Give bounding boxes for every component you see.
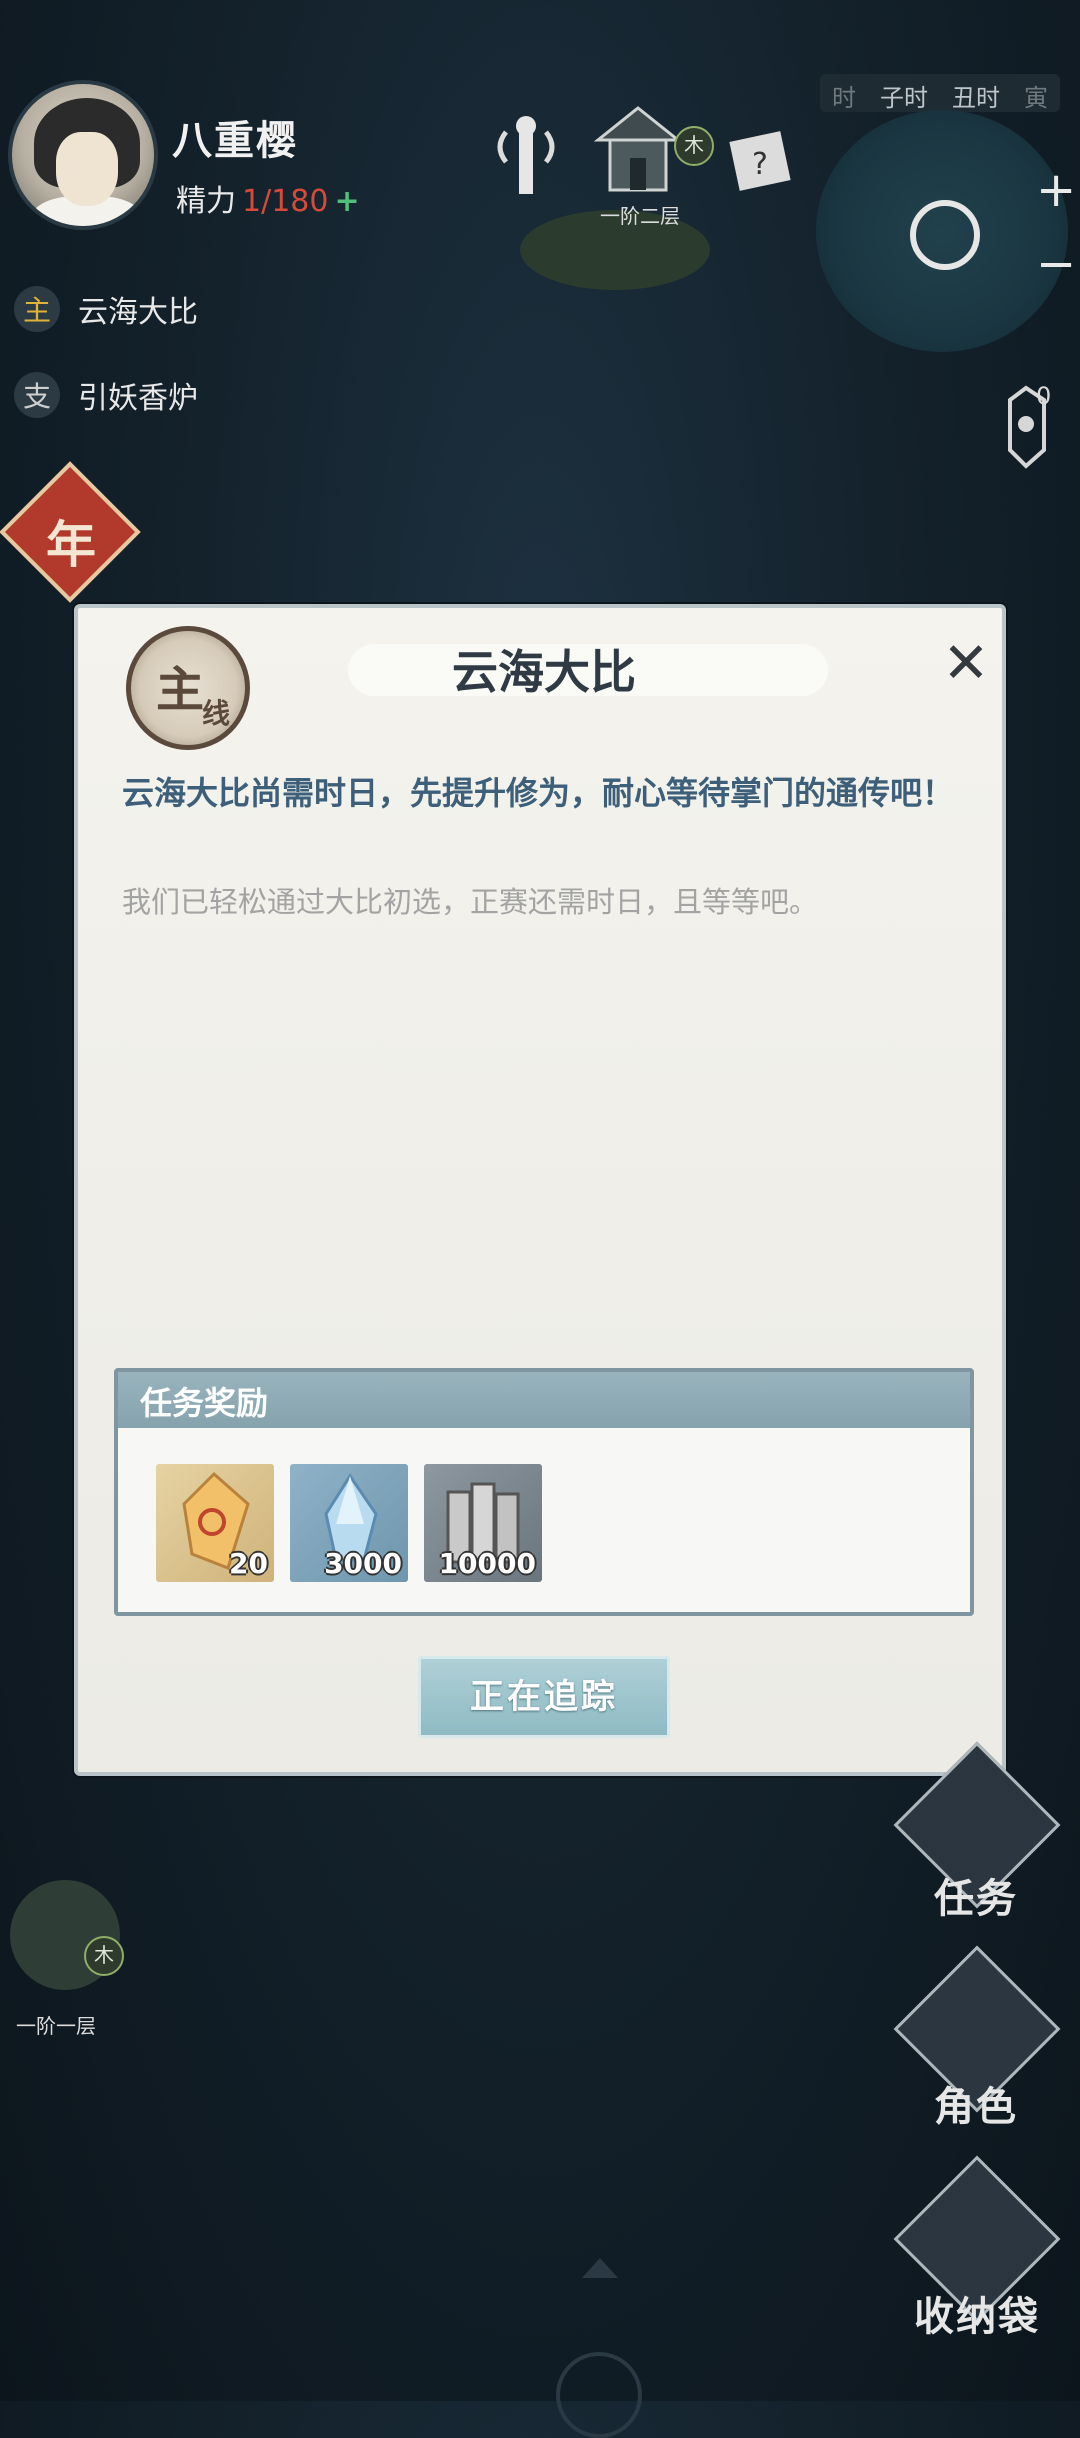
quest-name: 云海大比 [78,295,198,330]
notice-count-badge: 0 [1036,382,1052,410]
floor-label: 一阶一层 [16,2014,96,2038]
quest-description: 云海大比尚需时日，先提升修为，耐心等待掌门的通传吧！ [122,774,955,812]
stamina-display: 精力 1/180 + [176,176,360,220]
time-slot: 寅 [1024,84,1048,112]
tracked-quest-side[interactable]: 支 引妖香炉 [14,372,198,418]
tracking-button[interactable]: 正在追踪 [418,1656,670,1738]
time-slot: 丑时 [952,84,1000,112]
menu-quest-label[interactable]: 任务 [934,1866,1018,1924]
menu-character-label[interactable]: 角色 [934,2074,1018,2132]
close-button[interactable]: ✕ [938,636,994,692]
player-avatar[interactable] [8,80,158,230]
svg-text:?: ? [752,147,768,182]
floor-label: 一阶二层 [600,204,680,228]
year-badge-text: 年 [46,516,96,574]
reward-item-spirit-stone[interactable]: 3000 [290,1464,408,1582]
notice-bell-icon[interactable] [990,380,1064,476]
scroll-up-indicator-icon[interactable] [580,2256,620,2280]
tracked-quest-main[interactable]: 主 云海大比 [14,286,198,332]
reward-item-gold-crystal[interactable]: 20 [156,1464,274,1582]
player-location-icon [910,200,980,270]
scroll-map-icon[interactable]: ? [720,118,800,208]
reward-qty: 3000 [324,1547,402,1580]
add-stamina-button[interactable]: + [334,184,359,219]
time-slot: 时 [832,84,856,112]
reward-panel: 任务奖励 20 3000 10000 [114,1368,974,1616]
sect-pillar-icon[interactable] [486,112,566,202]
main-quest-tag: 主 [14,286,60,332]
stamina-value: 1/180 [242,184,329,219]
reward-title: 任务奖励 [140,1384,269,1422]
element-wood-tag: 木 [674,126,714,166]
temple-icon[interactable] [588,100,688,210]
element-wood-tag: 木 [84,1936,124,1976]
center-action-button[interactable] [556,2352,642,2438]
zoom-out-button[interactable]: − [1036,236,1076,292]
quest-name: 引妖香炉 [78,381,198,416]
quest-sub-description: 我们已轻松通过大比初选，正赛还需时日，且等等吧。 [122,885,819,919]
quest-dialog: 主 线 云海大比 ✕ 云海大比尚需时日，先提升修为，耐心等待掌门的通传吧！ 我们… [74,604,1006,1776]
reward-qty: 20 [229,1547,268,1580]
side-quest-tag: 支 [14,372,60,418]
reward-qty: 10000 [438,1547,536,1580]
stamina-label: 精力 [176,184,236,219]
time-slot-current: 子时 [880,84,928,112]
menu-bag-label[interactable]: 收纳袋 [914,2284,1040,2342]
time-bar: 时 子时 丑时 寅 [820,74,1060,112]
reward-item-coins[interactable]: 10000 [424,1464,542,1582]
dialog-title: 云海大比 [452,645,636,699]
player-name: 八重樱 [172,118,298,164]
zoom-in-button[interactable]: + [1036,162,1076,218]
